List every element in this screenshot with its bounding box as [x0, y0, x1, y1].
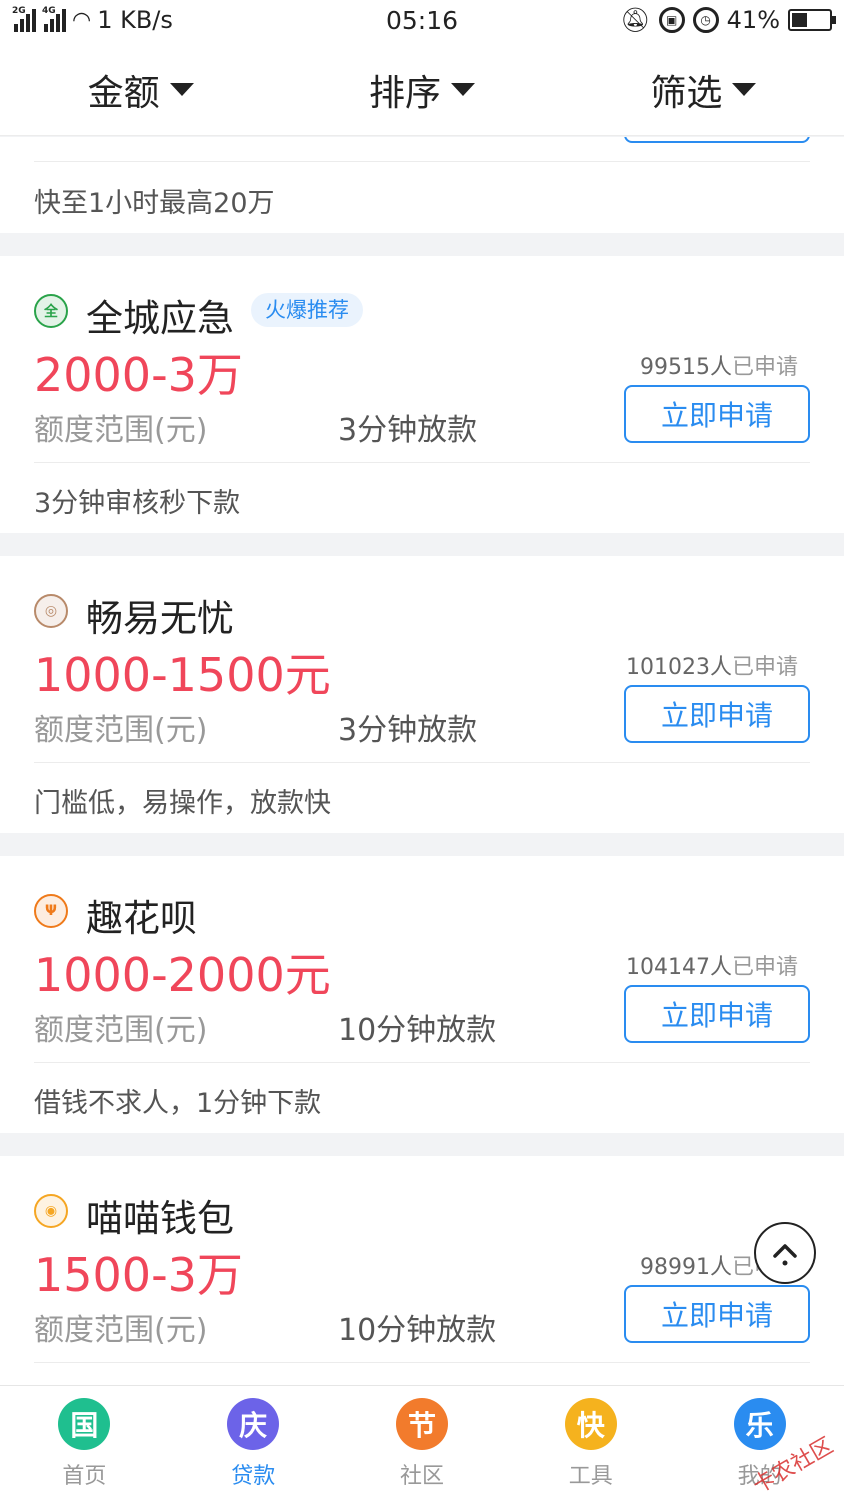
amount-range-label: 额度范围(元) [34, 1013, 208, 1048]
amount-range-label: 额度范围(元) [34, 1313, 208, 1348]
loan-card[interactable]: 全 全城应急 火爆推荐 2000-3万 99515人已申请 额度范围(元) 3分… [0, 256, 844, 533]
product-logo-icon: ◉ [34, 1194, 68, 1228]
product-description: 借钱不求人，1分钟下款 [34, 1088, 322, 1119]
applicant-count: 101023人已申请 [626, 655, 798, 680]
caret-down-icon [169, 83, 194, 96]
back-to-top-button[interactable] [754, 1222, 816, 1284]
product-name: 喵喵钱包 [86, 1197, 234, 1240]
amount-range-label: 额度范围(元) [34, 413, 208, 448]
filter-label: 排序 [368, 72, 441, 114]
battery-percent: 41% [726, 6, 780, 34]
divider [34, 161, 810, 162]
caret-down-icon [732, 83, 757, 96]
bottom-tab-bar: 国 首页 庆 贷款 节 社区 快 工具 乐 我的 [0, 1385, 844, 1500]
loan-card[interactable]: Ψ 趣花呗 1000-2000元 104147人已申请 额度范围(元) 10分钟… [0, 856, 844, 1133]
rotation-lock-icon: ▣ [658, 7, 685, 33]
apply-button[interactable]: 立即申请 [624, 385, 810, 443]
product-description: 3分钟审核秒下款 [34, 488, 241, 519]
tab-label: 社区 [399, 1464, 444, 1489]
tab-label: 贷款 [231, 1464, 276, 1489]
alarm-icon: ◷ [692, 7, 719, 33]
product-logo-icon: Ψ [34, 894, 68, 928]
loans-icon: 庆 [227, 1398, 280, 1450]
status-right: 🔕︎ ▣ ◷ 41% [620, 6, 836, 34]
tab-community[interactable]: 节 社区 [338, 1386, 507, 1500]
payout-speed: 3分钟放款 [338, 713, 478, 748]
battery-icon [788, 9, 836, 31]
product-description: 快至1小时最高20万 [34, 188, 275, 219]
filter-bar: 金额 排序 筛选 [0, 44, 844, 136]
filter-screen[interactable]: 筛选 [563, 44, 844, 135]
applicant-count: 104147人已申请 [626, 955, 798, 980]
hot-badge: 火爆推荐 [251, 293, 363, 327]
tab-label: 工具 [568, 1464, 613, 1489]
payout-speed: 10分钟放款 [338, 1313, 497, 1348]
tab-tools[interactable]: 快 工具 [506, 1386, 675, 1500]
filter-sort[interactable]: 排序 [281, 44, 562, 135]
payout-speed: 10分钟放款 [338, 1013, 497, 1048]
tab-label: 首页 [62, 1464, 107, 1489]
product-logo-icon: ◎ [34, 594, 68, 628]
caret-down-icon [451, 83, 475, 96]
divider [34, 1362, 810, 1363]
tab-loans[interactable]: 庆 贷款 [169, 1386, 338, 1500]
applicant-count: 99515人已申请 [639, 355, 798, 380]
apply-button[interactable]: 立即申请 [624, 1285, 810, 1343]
amount-range-label: 额度范围(元) [34, 713, 208, 748]
loan-card-partial[interactable]: 快至1小时最高20万 [0, 137, 844, 233]
home-icon: 国 [58, 1398, 111, 1450]
product-name: 趣花呗 [86, 897, 197, 940]
filter-amount[interactable]: 金额 [0, 44, 281, 135]
loan-amount: 1000-1500元 [34, 648, 331, 702]
product-description: 门槛低，易操作，放款快 [34, 788, 331, 819]
payout-speed: 3分钟放款 [338, 413, 478, 448]
filter-label: 筛选 [650, 72, 723, 114]
divider [34, 462, 810, 463]
product-logo-icon: 全 [34, 294, 68, 328]
divider [34, 1062, 810, 1063]
loan-list[interactable]: 快至1小时最高20万 全 全城应急 火爆推荐 2000-3万 99515人已申请… [0, 137, 844, 1385]
loan-amount: 2000-3万 [34, 348, 243, 402]
loan-card[interactable]: ◉ 喵喵钱包 1500-3万 98991人已申请 额度范围(元) 10分钟放款 … [0, 1156, 844, 1385]
loan-amount: 1000-2000元 [34, 948, 331, 1002]
product-name: 畅易无忧 [86, 597, 234, 640]
profile-icon: 乐 [733, 1398, 786, 1450]
apply-button-partial[interactable] [624, 137, 810, 143]
filter-label: 金额 [87, 72, 160, 114]
apply-button[interactable]: 立即申请 [624, 685, 810, 743]
tools-icon: 快 [564, 1398, 617, 1450]
chevron-up-icon [773, 1244, 797, 1266]
loan-amount: 1500-3万 [34, 1248, 243, 1302]
community-icon: 节 [395, 1398, 448, 1450]
mute-icon: 🔕︎ [620, 6, 651, 34]
tab-home[interactable]: 国 首页 [0, 1386, 169, 1500]
apply-button[interactable]: 立即申请 [624, 985, 810, 1043]
divider [34, 762, 810, 763]
product-name: 全城应急 [86, 297, 234, 340]
loan-card[interactable]: ◎ 畅易无忧 1000-1500元 101023人已申请 额度范围(元) 3分钟… [0, 556, 844, 833]
status-bar: 2G 4G ◠ 1 KB/s 05:16 🔕︎ ▣ ◷ 41% [0, 0, 844, 44]
